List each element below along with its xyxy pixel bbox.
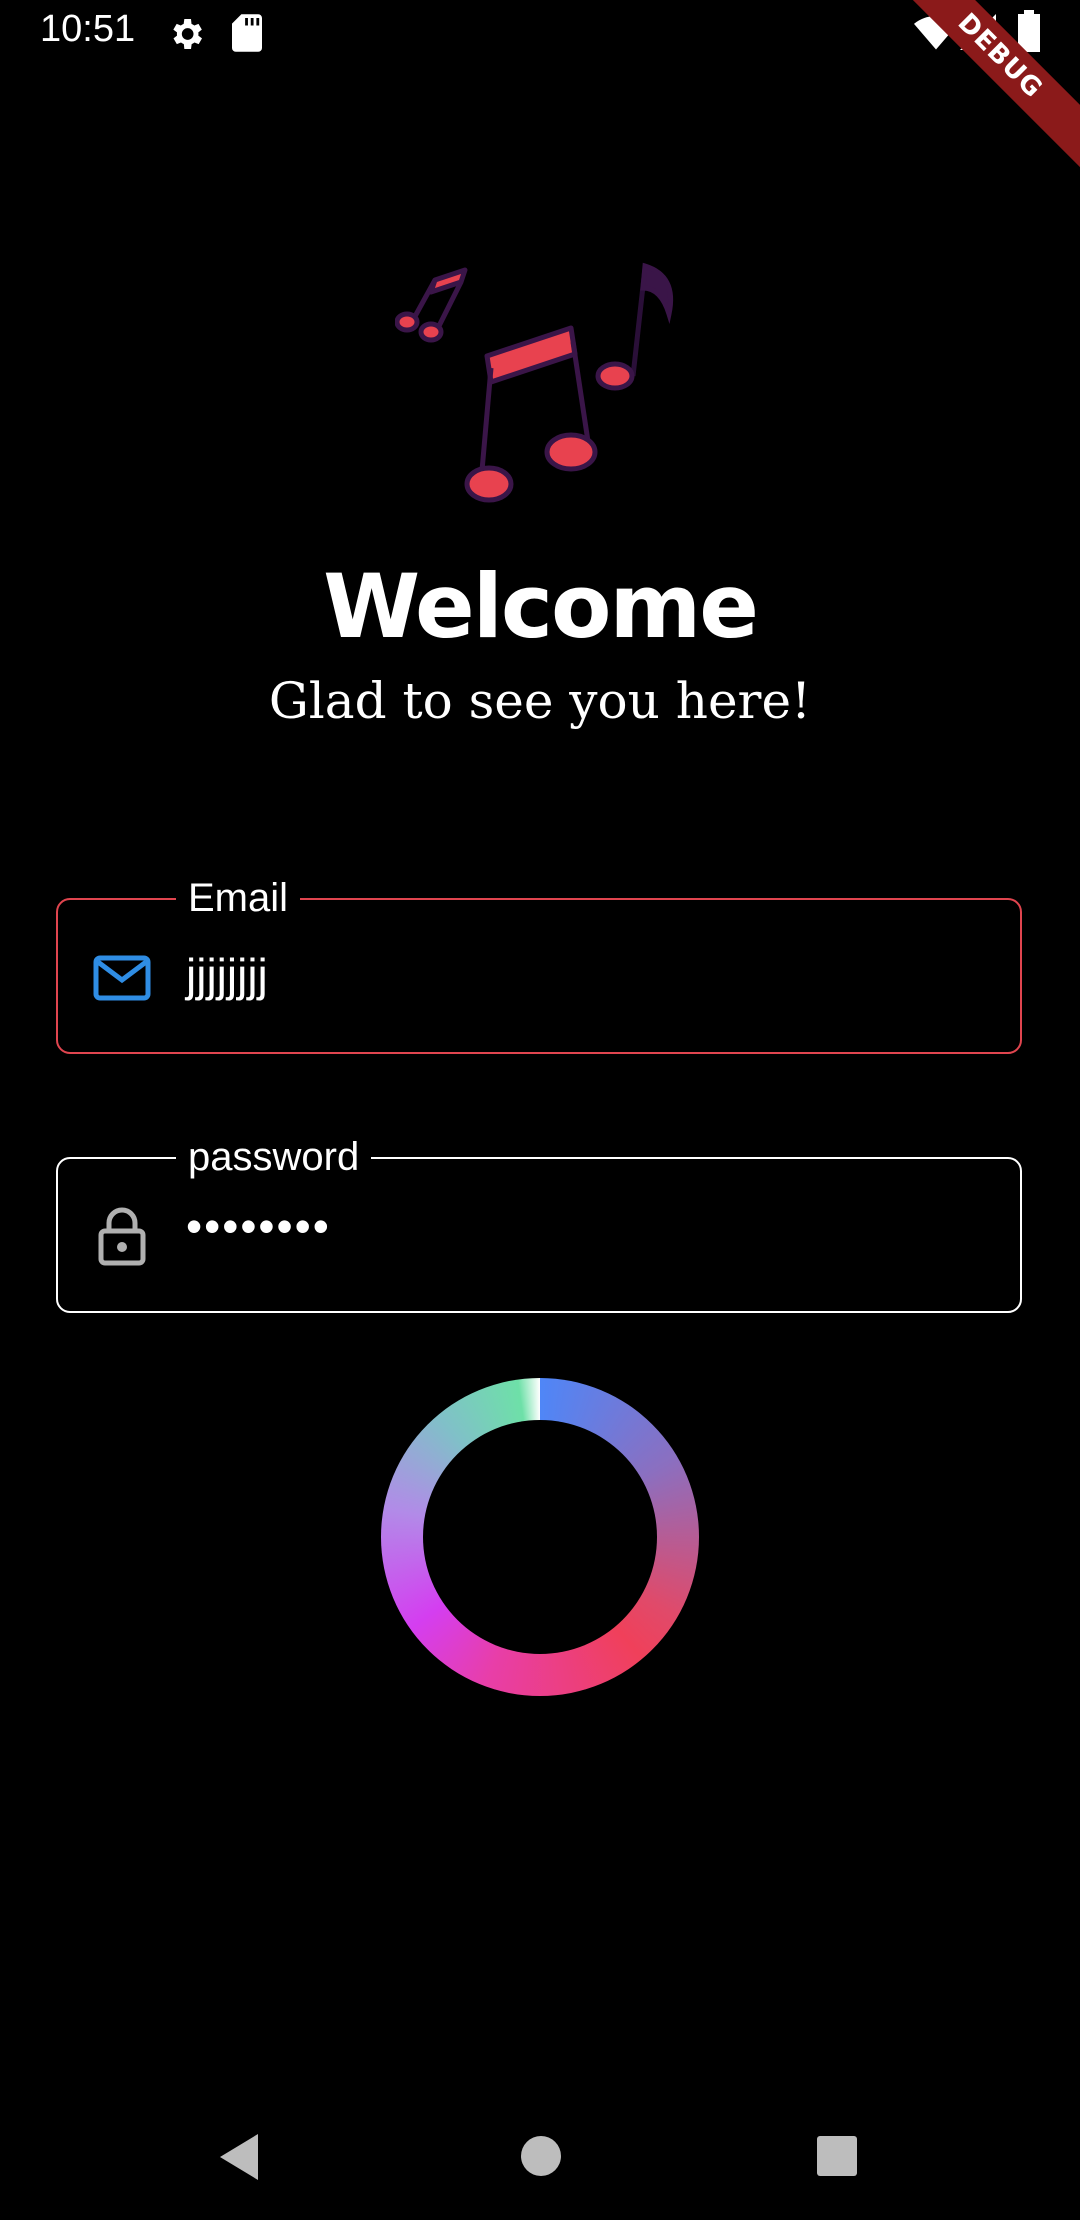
welcome-subtitle: Glad to see you here! xyxy=(268,672,812,730)
home-button[interactable] xyxy=(520,2135,562,2182)
spinner-center xyxy=(423,1420,657,1654)
email-label: Email xyxy=(176,872,301,924)
email-field[interactable]: Email jjjjjjjj xyxy=(56,872,1022,1054)
lock-icon xyxy=(92,1205,152,1266)
mail-icon xyxy=(92,950,152,1006)
status-bar: 10:51 xyxy=(0,0,1080,66)
music-notes-icon xyxy=(394,258,685,508)
recents-button[interactable] xyxy=(816,2135,858,2182)
password-label: password xyxy=(176,1131,372,1183)
password-field[interactable]: password •••••••• xyxy=(56,1131,1022,1313)
nav-bar xyxy=(0,2100,1080,2220)
password-input[interactable]: •••••••• xyxy=(186,1199,331,1253)
email-input[interactable]: jjjjjjjj xyxy=(186,948,268,1002)
back-button[interactable] xyxy=(218,2132,262,2187)
sd-card-icon xyxy=(232,14,262,57)
status-time: 10:51 xyxy=(40,8,136,50)
loading-spinner xyxy=(381,1378,699,1696)
settings-icon xyxy=(166,14,206,59)
welcome-title: Welcome xyxy=(323,555,759,658)
